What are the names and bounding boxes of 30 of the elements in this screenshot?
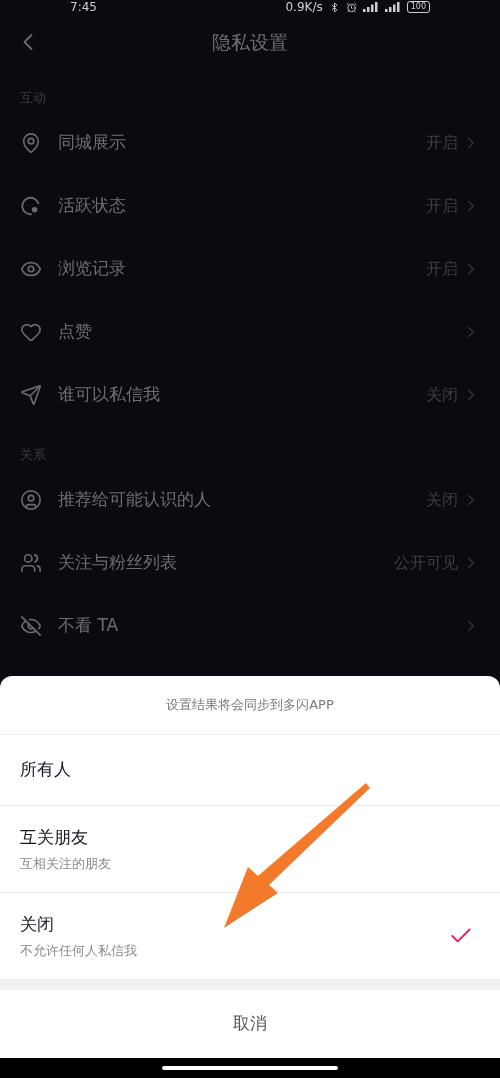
- option-label: 所有人: [20, 758, 72, 782]
- status-time: 7:45: [70, 0, 97, 14]
- network-speed: 0.9K/s: [285, 0, 323, 14]
- row-label: 谁可以私信我: [58, 383, 161, 407]
- signal-icon: [362, 2, 379, 12]
- send-icon: [20, 384, 42, 406]
- status-ring-icon: [20, 195, 42, 217]
- page-title: 隐私设置: [212, 29, 288, 55]
- map-pin-icon: [20, 132, 42, 154]
- row-label: 推荐给可能认识的人: [58, 487, 212, 511]
- option-description: 不允许任何人私信我: [20, 942, 138, 960]
- option-label: 互关朋友: [20, 825, 89, 849]
- row-label: 不看 TA: [58, 613, 120, 637]
- sync-note: 设置结果将会同步到多闪APP: [166, 696, 334, 715]
- row-label: 浏览记录: [58, 257, 127, 281]
- users-icon: [20, 551, 42, 574]
- eye-off-icon: [20, 614, 42, 637]
- user-circle-icon: [20, 488, 42, 511]
- row-label: 点赞: [58, 320, 93, 344]
- row-label: 同城展示: [58, 131, 127, 155]
- settings-row[interactable]: 不看 TA: [0, 594, 500, 657]
- heart-icon: [20, 321, 42, 343]
- alarm-icon: [345, 1, 357, 13]
- battery-icon: 100: [406, 1, 430, 13]
- option-description: 互相关注的朋友: [20, 855, 112, 873]
- settings-row[interactable]: 点赞: [0, 300, 500, 364]
- row-label: 活跃状态: [58, 194, 127, 218]
- row-label: 关注与粉丝列表: [58, 550, 178, 574]
- signal-icon: [384, 2, 401, 12]
- option-label: 关闭: [20, 912, 55, 936]
